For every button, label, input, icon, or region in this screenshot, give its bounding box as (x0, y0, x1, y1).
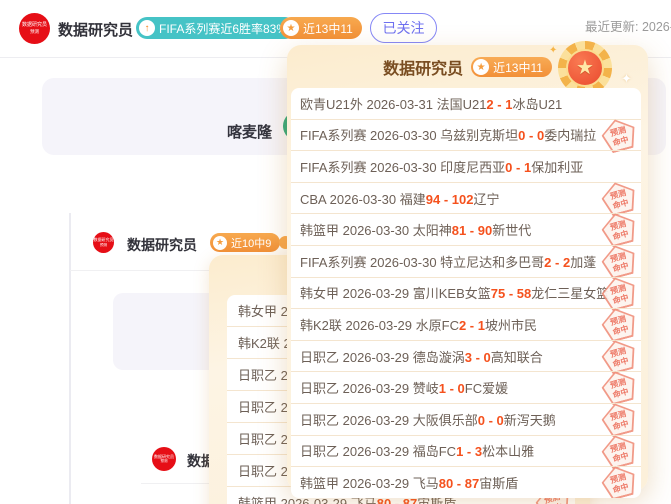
results-popup: 数据研究员 ★ 近13中11 ★ ✦ ✦ 欧青U21外 2026-03-31 法… (287, 41, 648, 498)
entry3-avatar[interactable]: 数据研究员 预测 (152, 447, 176, 471)
result-text: 韩篮甲 2026-03-30 太阳神81 - 90新世代 (300, 223, 532, 239)
sparkle-icon: ✦ (549, 45, 558, 56)
popup-title: 数据研究员 (383, 61, 464, 78)
result-row[interactable]: CBA 2026-03-30 福建94 - 102辽宁 预测 命中 (291, 182, 641, 214)
result-row[interactable]: 韩女甲 2026-03-29 富川KEB女篮75 - 58龙仁三星女篮 预测 命中 (291, 277, 641, 309)
result-row[interactable]: 日职乙 2026-03-29 德岛漩涡3 - 0高知联合 预测 命中 (291, 340, 641, 372)
hit-stamp-icon: 预测命中 (598, 241, 639, 281)
gold-medal-icon: ★ (558, 41, 612, 95)
result-text: FIFA系列赛 2026-03-30 特立尼达和多巴哥2 - 2加蓬 (300, 254, 597, 270)
result-row[interactable]: 韩篮甲 2026-03-30 太阳神81 - 90新世代 预测 命中 (291, 213, 641, 245)
result-text: 韩女甲 2026-03-29 富川KEB女篮75 - 58龙仁三星女篮 (300, 286, 610, 302)
result-row[interactable]: 日职乙 2026-03-29 福岛FC1 - 3松本山雅 预测 命中 (291, 435, 641, 467)
hit-stamp-icon: 预测命中 (598, 115, 639, 155)
entry2-avatar[interactable]: 数据研究员 预测 (93, 232, 114, 253)
result-text: 日职乙 2026-03-29 大阪俱乐部0 - 0新泻天鹅 (300, 412, 556, 428)
popup-results-list: 欧青U21外 2026-03-31 法国U212 - 1冰岛U21 FIFA系列… (291, 88, 641, 498)
result-text: FIFA系列赛 2026-03-30 印度尼西亚0 - 1保加利亚 (300, 159, 584, 175)
star-icon: ★ (213, 235, 227, 250)
follow-button[interactable]: 已关注 (370, 13, 437, 43)
result-text: 欧青U21外 2026-03-31 法国U212 - 1冰岛U21 (300, 96, 563, 112)
star-icon: ★ (283, 20, 299, 36)
last-update-text: 最近更新: 2026-03- (585, 20, 671, 34)
result-row[interactable]: 韩K2联 2026-03-29 水原FC2 - 1坡州市民 预测 命中 (291, 308, 641, 340)
team-name: 喀麦隆 (227, 124, 273, 141)
result-text: 韩篮甲 2026-03-29 飞马80 - 87宙斯盾 (300, 475, 519, 491)
profile-avatar[interactable]: 数据研究员 预测 (19, 13, 50, 44)
entry2-hit-badge: ★ 近10中9 (210, 233, 281, 252)
result-row[interactable]: FIFA系列赛 2026-03-30 特立尼达和多巴哥2 - 2加蓬 预测 命中 (291, 245, 641, 277)
result-text: 韩K2联 2026-03-29 水原FC2 - 1坡州市民 (300, 317, 537, 333)
panel-divider-vertical (69, 213, 71, 504)
star-icon: ★ (473, 59, 490, 75)
result-row[interactable]: 日职乙 2026-03-29 赞岐1 - 0FC爱媛 预测 命中 (291, 371, 641, 403)
result-text: FIFA系列赛 2026-03-30 乌兹别克斯坦0 - 0委内瑞拉 (300, 128, 597, 144)
sparkle-icon: ✦ (621, 71, 632, 86)
popup-hit-badge: ★ 近13中11 (471, 57, 552, 77)
entry2-name: 数据研究员 (127, 237, 197, 253)
result-row[interactable]: 欧青U21外 2026-03-31 法国U212 - 1冰岛U21 (291, 88, 641, 119)
result-row[interactable]: 韩篮甲 2026-03-29 飞马80 - 87宙斯盾 预测命中 (291, 466, 641, 498)
result-text: 日职乙 2026-03-29 德岛漩涡3 - 0高知联合 (300, 349, 543, 365)
result-row[interactable]: 日职乙 2026-03-29 大阪俱乐部0 - 0新泻天鹅 预测 命中 (291, 403, 641, 435)
hit-stamp-icon: 预测命中 (598, 462, 639, 497)
hit-rate-badge: ★ 近13中11 (280, 17, 362, 39)
result-text: 日职乙 2026-03-29 赞岐1 - 0FC爱媛 (300, 381, 509, 397)
result-text: 日职乙 2026-03-29 福岛FC1 - 3松本山雅 (300, 444, 535, 460)
result-row[interactable]: FIFA系列赛 2026-03-30 乌兹别克斯坦0 - 0委内瑞拉 预测 命中 (291, 119, 641, 151)
result-text: CBA 2026-03-30 福建94 - 102辽宁 (300, 191, 500, 207)
page: 数据研究员 预测 数据研究员 ↑ FIFA系列赛近6胜率83% ★ 近13中11… (0, 0, 671, 504)
up-arrow-icon: ↑ (139, 20, 155, 36)
streak-badge-teal: ↑ FIFA系列赛近6胜率83% (136, 17, 297, 39)
result-row[interactable]: FIFA系列赛 2026-03-30 印度尼西亚0 - 1保加利亚 (291, 150, 641, 182)
hit-stamp-icon: 预测命中 (598, 399, 639, 439)
profile-name: 数据研究员 (58, 22, 134, 39)
hit-stamp-icon: 预测命中 (598, 304, 639, 344)
